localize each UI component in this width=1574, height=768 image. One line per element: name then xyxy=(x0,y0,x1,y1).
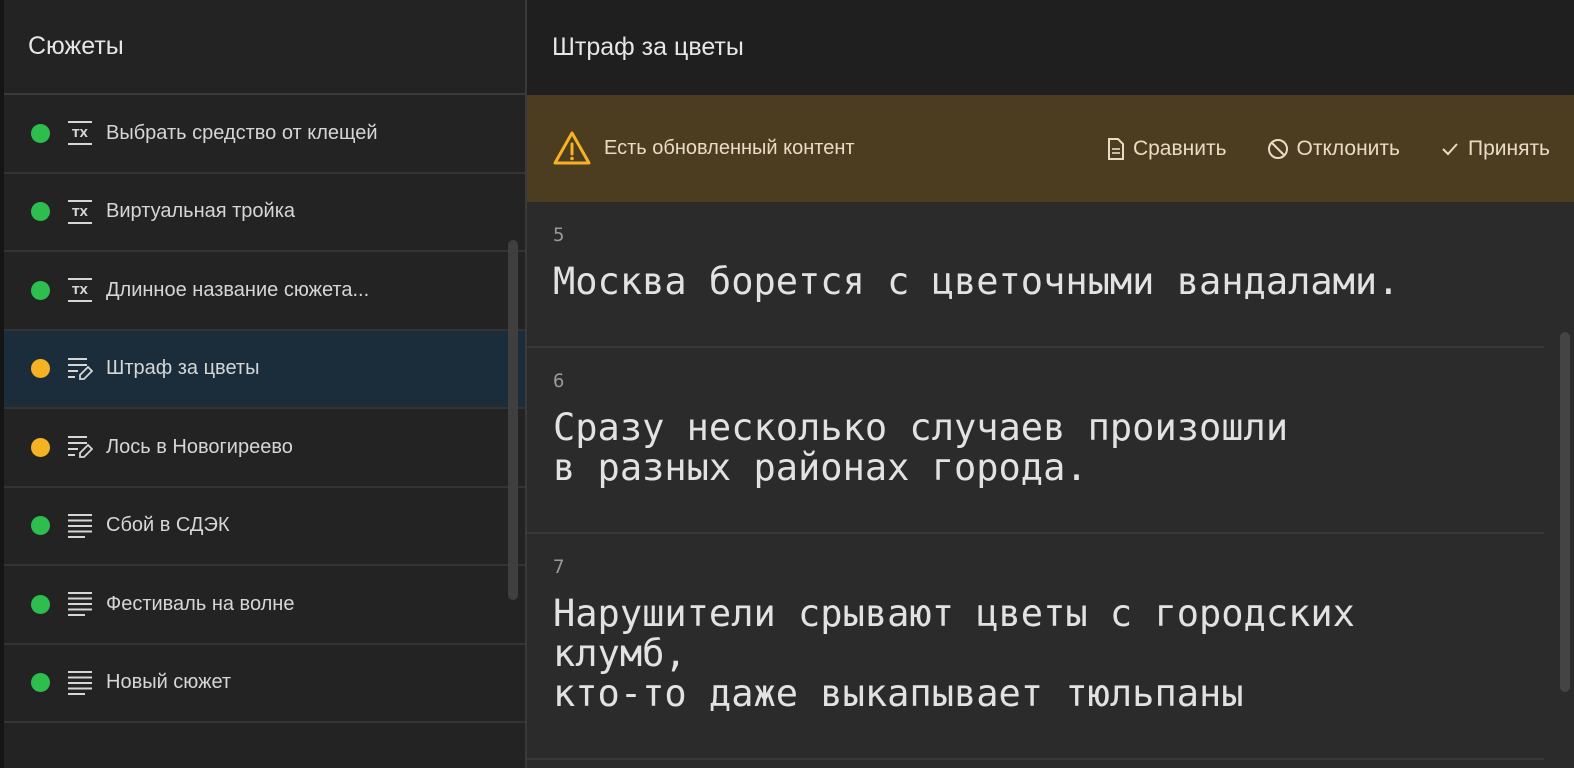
status-dot xyxy=(31,280,50,300)
status-dot xyxy=(31,123,50,143)
reject-label: Отклонить xyxy=(1296,136,1400,160)
segment-text[interactable]: Сразу несколько случаев произошли в разн… xyxy=(553,408,1544,532)
sidebar-title: Сюжеты xyxy=(0,0,525,95)
banner-message: Есть обновленный контент xyxy=(604,137,855,159)
story-title: Штраф за цветы xyxy=(527,0,1574,95)
warning-icon xyxy=(553,131,591,164)
svg-text:TX: TX xyxy=(72,127,89,140)
story-item[interactable]: Фестиваль на волне xyxy=(4,566,525,645)
story-item[interactable]: TX Виртуальная тройка xyxy=(4,174,525,252)
segments-list: 5 Москва борется с цветочными вандалами.… xyxy=(527,202,1544,760)
status-dot xyxy=(31,202,50,222)
story-item-label: Штраф за цветы xyxy=(106,357,260,380)
compare-label: Сравнить xyxy=(1132,136,1227,160)
story-item[interactable]: TX Выбрать средство от клещей xyxy=(4,95,525,174)
segment-number: 5 xyxy=(553,224,565,246)
stories-sidebar: Сюжеты TX Выбрать средство от клещей TX … xyxy=(0,0,527,768)
story-item-label: Виртуальная тройка xyxy=(106,200,296,223)
text-lines-icon xyxy=(66,512,94,540)
story-item-label: Сбой в СДЭК xyxy=(106,514,230,537)
story-item-label: Лось в Новогиреево xyxy=(106,435,293,458)
story-item-label: Фестиваль на волне xyxy=(106,592,295,615)
story-item[interactable]: Лось в Новогиреево xyxy=(4,409,525,488)
edit-doc-icon xyxy=(66,433,94,461)
accept-label: Принять xyxy=(1467,136,1550,160)
text-lines-icon xyxy=(66,669,94,697)
block-icon xyxy=(1267,138,1288,159)
segment-text[interactable]: Нарушители срывают цветы с городских клу… xyxy=(553,594,1544,758)
tx-icon: TX xyxy=(66,119,94,147)
compare-button[interactable]: Сравнить xyxy=(1107,137,1227,161)
story-item[interactable]: TX Длинное название сюжета... xyxy=(4,252,525,331)
status-dot xyxy=(31,594,50,614)
story-item[interactable]: Сбой в СДЭК xyxy=(4,488,525,566)
story-item[interactable]: Новый сюжет xyxy=(4,645,525,723)
tx-icon: TX xyxy=(66,198,94,226)
update-banner: Есть обновленный контент Сравнить Отклон… xyxy=(527,95,1574,202)
status-dot xyxy=(31,516,50,536)
edit-doc-icon xyxy=(66,355,94,383)
text-segment[interactable]: 6 Сразу несколько случаев произошли в ра… xyxy=(527,348,1544,534)
story-editor: Штраф за цветы Есть обновленный контент … xyxy=(527,0,1574,768)
check-icon xyxy=(1442,142,1458,155)
status-dot xyxy=(31,359,50,379)
sidebar-scrollbar[interactable] xyxy=(508,240,518,600)
text-segment[interactable]: 7 Нарушители срывают цветы с городских к… xyxy=(527,534,1544,760)
svg-text:TX: TX xyxy=(72,284,89,297)
svg-text:TX: TX xyxy=(72,206,89,219)
text-segment[interactable]: 5 Москва борется с цветочными вандалами. xyxy=(527,202,1544,348)
tx-icon: TX xyxy=(66,276,94,304)
segment-text[interactable]: Москва борется с цветочными вандалами. xyxy=(553,262,1544,346)
story-item-label: Выбрать средство от клещей xyxy=(106,121,378,144)
story-item-label: Длинное название сюжета... xyxy=(106,278,370,301)
segment-number: 6 xyxy=(553,370,565,392)
status-dot xyxy=(31,673,50,693)
status-dot xyxy=(31,437,50,457)
segment-number: 7 xyxy=(553,556,565,578)
document-icon xyxy=(1107,137,1124,160)
stories-list: TX Выбрать средство от клещей TX Виртуал… xyxy=(4,95,525,723)
text-lines-icon xyxy=(66,590,94,618)
reject-button[interactable]: Отклонить xyxy=(1267,137,1400,161)
story-item-label: Новый сюжет xyxy=(106,671,232,694)
story-item[interactable]: Штраф за цветы xyxy=(4,330,525,409)
editor-scrollbar[interactable] xyxy=(1560,332,1570,692)
accept-button[interactable]: Принять xyxy=(1440,137,1550,161)
